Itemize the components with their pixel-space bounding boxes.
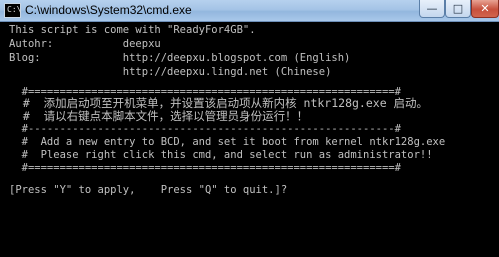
- console-line-divider: #---------------------------------------…: [9, 123, 401, 135]
- console-output[interactable]: This script is come with "ReadyFor4GB". …: [0, 22, 499, 257]
- console-line-chinese-1: # 添加启动项至开机菜单，并设置该启动项从新内核 ntkr128g.exe 启动…: [9, 96, 429, 110]
- title-bar[interactable]: C:\ C:\windows\System32\cmd.exe — □ ✕: [0, 0, 499, 22]
- console-line-english-1: # Add a new entry to BCD, and set it boo…: [9, 136, 446, 148]
- console-prompt[interactable]: [Press "Y" to apply, Press "Q" to quit.]…: [9, 184, 287, 196]
- maximize-button[interactable]: □: [445, 0, 471, 18]
- close-button[interactable]: ✕: [471, 0, 499, 18]
- console-line-author: Autohr: deepxu: [9, 38, 161, 50]
- minimize-button[interactable]: —: [419, 0, 445, 18]
- console-line-blog-english: Blog: http://deepxu.blogspot.com (Englis…: [9, 52, 351, 64]
- console-line-border-bottom: #=======================================…: [9, 162, 401, 174]
- console-line-english-2: # Please right click this cmd, and selec…: [9, 149, 433, 161]
- cmd-icon[interactable]: C:\: [4, 3, 21, 18]
- console-line-blog-chinese: http://deepxu.lingd.net (Chinese): [9, 66, 332, 78]
- console-line-chinese-2: # 请以右键点本脚本文件，选择以管理员身份运行！！: [9, 109, 309, 123]
- console-line-script-info: This script is come with "ReadyFor4GB".: [9, 24, 256, 36]
- window-title: C:\windows\System32\cmd.exe: [25, 3, 192, 17]
